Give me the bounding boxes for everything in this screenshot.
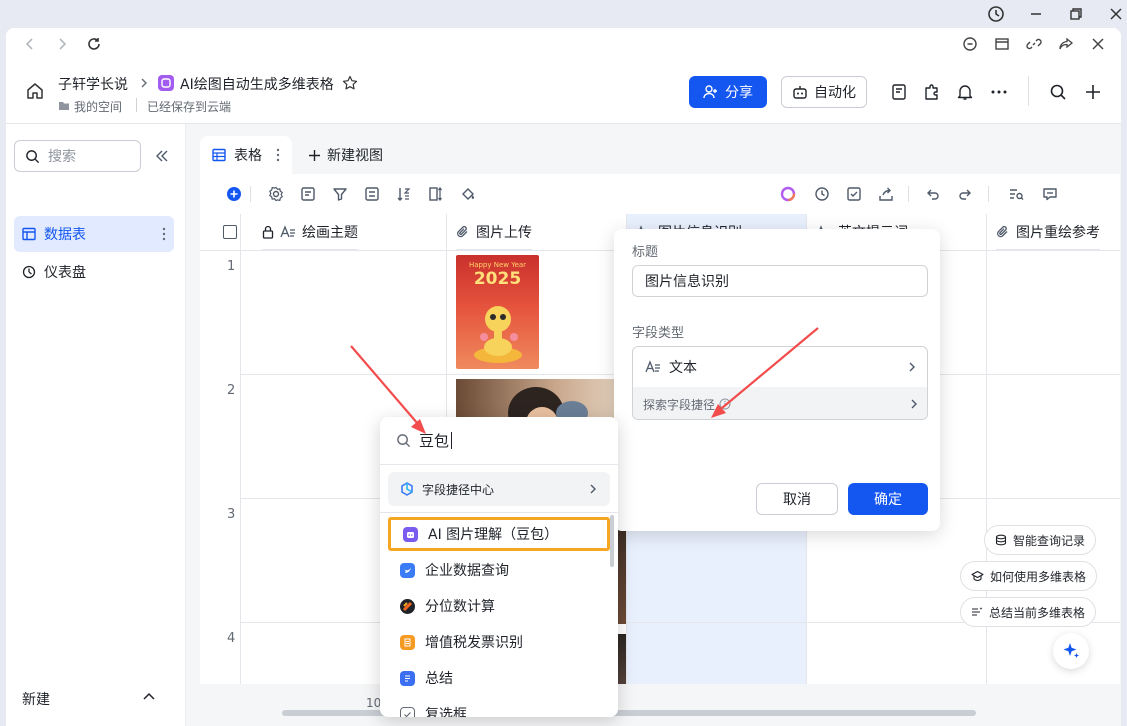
annotation-arrow-head (411, 419, 426, 434)
annotation-arrow-line (721, 327, 819, 409)
annotation-arrow-line (350, 345, 419, 425)
annotation-arrows (350, 327, 819, 434)
